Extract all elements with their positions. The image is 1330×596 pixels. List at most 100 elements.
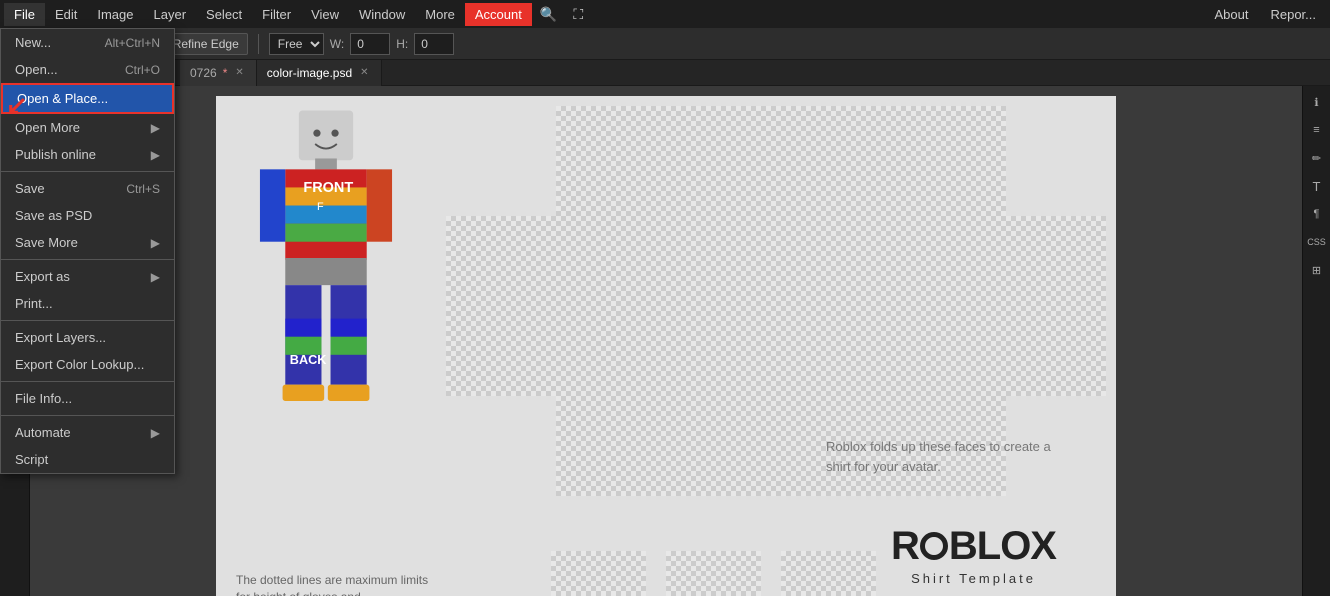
bottom-text: The dotted lines are maximum limits for … <box>236 572 436 596</box>
menu-file-info[interactable]: File Info... <box>1 385 174 412</box>
menu-more[interactable]: More <box>415 3 465 26</box>
sep-4 <box>1 381 174 382</box>
type-btn[interactable]: T <box>1305 174 1329 198</box>
menu-save-psd[interactable]: Save as PSD <box>1 202 174 229</box>
tab-0726-modified: * <box>223 66 228 80</box>
menu-layer[interactable]: Layer <box>144 3 197 26</box>
menu-save[interactable]: Save Ctrl+S <box>1 175 174 202</box>
menu-script-label: Script <box>15 452 48 467</box>
menu-bar: File Edit Image Layer Select Filter View… <box>0 0 1330 28</box>
menu-open-place[interactable]: Open & Place... <box>1 83 174 114</box>
menu-open-shortcut: Ctrl+O <box>125 63 160 77</box>
open-more-arrow: ▶ <box>151 121 160 135</box>
menu-save-more[interactable]: Save More ▶ <box>1 229 174 256</box>
menu-new-label: New... <box>15 35 51 50</box>
adjust-btn[interactable]: ≡ <box>1305 118 1329 142</box>
tab-color-image-close[interactable]: ✕ <box>358 66 370 79</box>
menu-export-layers-label: Export Layers... <box>15 330 106 345</box>
h-label: H: <box>396 37 408 51</box>
menu-file-info-label: File Info... <box>15 391 72 406</box>
roblox-canvas: TORSO Roblox folds up these faces to cre… <box>216 96 1116 596</box>
menu-open-label: Open... <box>15 62 58 77</box>
css-btn[interactable]: CSS <box>1305 230 1329 254</box>
toolbar: Feather: px Refine Edge Free W: H: <box>0 28 1330 60</box>
menu-export-color[interactable]: Export Color Lookup... <box>1 351 174 378</box>
menu-export-as[interactable]: Export as ▶ <box>1 263 174 290</box>
style-dropdown[interactable]: Free <box>269 33 324 55</box>
menu-export-color-label: Export Color Lookup... <box>15 357 144 372</box>
menu-save-label: Save <box>15 181 45 196</box>
checker-bottom-right <box>781 551 876 596</box>
menu-edit[interactable]: Edit <box>45 3 87 26</box>
automate-arrow: ▶ <box>151 426 160 440</box>
w-label: W: <box>330 37 344 51</box>
svg-text:F: F <box>317 201 324 213</box>
roblox-sub-text: Shirt Template <box>891 571 1056 586</box>
tab-0726-close[interactable]: ✕ <box>233 66 245 79</box>
checker-bottom-mid <box>666 551 761 596</box>
menu-publish-label: Publish online <box>15 147 96 162</box>
menu-new[interactable]: New... Alt+Ctrl+N <box>1 29 174 56</box>
brush-btn[interactable]: ✏ <box>1305 146 1329 170</box>
menu-save-psd-label: Save as PSD <box>15 208 92 223</box>
svg-text:FRONT: FRONT <box>303 180 353 196</box>
w-input[interactable] <box>350 33 390 55</box>
menu-report[interactable]: Repor... <box>1260 3 1326 26</box>
menu-print[interactable]: Print... <box>1 290 174 317</box>
canvas-area: TORSO Roblox folds up these faces to cre… <box>30 86 1302 596</box>
menu-filter[interactable]: Filter <box>252 3 301 26</box>
shirt-middle <box>446 216 1106 396</box>
file-menu[interactable]: New... Alt+Ctrl+N Open... Ctrl+O Open & … <box>0 28 175 474</box>
roblox-logo-text: RBLOX <box>891 524 1056 569</box>
h-input[interactable] <box>414 33 454 55</box>
info-btn[interactable]: ℹ <box>1305 90 1329 114</box>
menu-save-more-label: Save More <box>15 235 78 250</box>
menu-automate-label: Automate <box>15 425 71 440</box>
menu-open-more[interactable]: Open More ▶ <box>1 114 174 141</box>
image-canvas: TORSO Roblox folds up these faces to cre… <box>216 96 1116 596</box>
menu-new-shortcut: Alt+Ctrl+N <box>105 36 160 50</box>
menu-window[interactable]: Window <box>349 3 415 26</box>
roblox-logo-area: RBLOX Shirt Template <box>891 524 1056 586</box>
menu-view[interactable]: View <box>301 3 349 26</box>
export-as-arrow: ▶ <box>151 270 160 284</box>
menu-save-shortcut: Ctrl+S <box>126 182 160 196</box>
menu-open[interactable]: Open... Ctrl+O <box>1 56 174 83</box>
menu-open-place-label: Open & Place... <box>17 91 108 106</box>
menu-account[interactable]: Account <box>465 3 532 26</box>
menu-open-more-label: Open More <box>15 120 80 135</box>
tab-0726-label: 0726 <box>190 66 217 80</box>
menu-print-label: Print... <box>15 296 53 311</box>
menu-select[interactable]: Select <box>196 3 252 26</box>
search-icon[interactable]: 🔍 <box>532 2 565 27</box>
image-btn[interactable]: ⊞ <box>1305 258 1329 282</box>
fullscreen-icon[interactable]: ⛶ <box>565 2 591 27</box>
tab-color-image-label: color-image.psd <box>267 66 352 80</box>
canvas-content: TORSO Roblox folds up these faces to cre… <box>30 86 1302 596</box>
menu-script[interactable]: Script <box>1 446 174 473</box>
svg-text:BACK: BACK <box>290 353 327 367</box>
right-panel: ℹ ≡ ✏ T ¶ CSS ⊞ <box>1302 86 1330 596</box>
sep-5 <box>1 415 174 416</box>
refine-edge-button[interactable]: Refine Edge <box>164 33 248 55</box>
menu-image[interactable]: Image <box>87 3 143 26</box>
menu-file[interactable]: File <box>4 3 45 26</box>
shirt-top <box>556 106 1006 216</box>
tab-color-image[interactable]: color-image.psd ✕ <box>257 60 382 86</box>
sep-1 <box>1 171 174 172</box>
tab-0726[interactable]: 0726 * ✕ <box>180 60 257 86</box>
toolbar-sep-1 <box>258 34 259 54</box>
para-btn[interactable]: ¶ <box>1305 202 1329 226</box>
menu-export-as-label: Export as <box>15 269 70 284</box>
character-svg: FRONT F <box>236 106 416 486</box>
menu-about[interactable]: About <box>1204 3 1258 26</box>
menu-publish[interactable]: Publish online ▶ <box>1 141 174 168</box>
menu-export-layers[interactable]: Export Layers... <box>1 324 174 351</box>
save-more-arrow: ▶ <box>151 236 160 250</box>
sep-2 <box>1 259 174 260</box>
description-text: Roblox folds up these faces to create a … <box>826 437 1066 476</box>
menu-automate[interactable]: Automate ▶ <box>1 419 174 446</box>
sep-3 <box>1 320 174 321</box>
tabs-bar: 0726 * ✕ color-image.psd ✕ <box>0 60 1330 86</box>
main-layout: ◻ ✛ TORSO Roblox folds up these face <box>0 86 1330 596</box>
